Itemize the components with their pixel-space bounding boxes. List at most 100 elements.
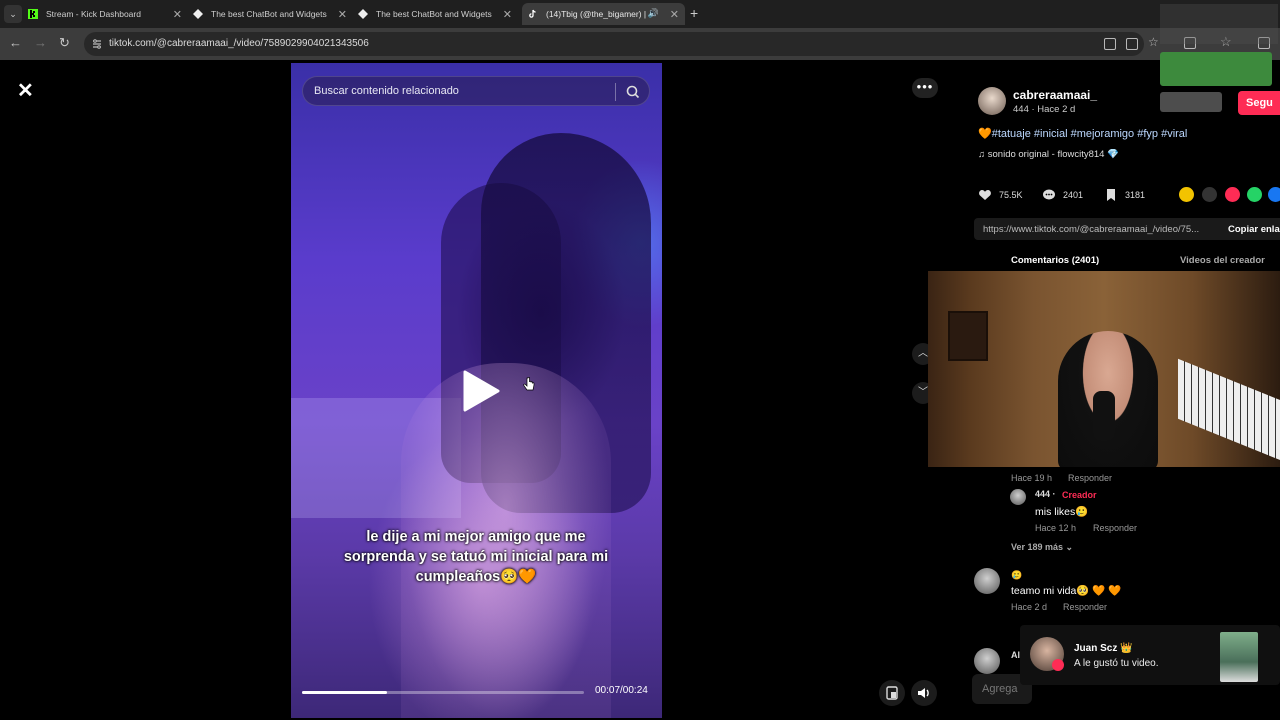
diamond-icon	[358, 9, 368, 19]
embed-icon[interactable]	[1202, 187, 1217, 202]
search-icon[interactable]	[625, 84, 641, 100]
close-tab-icon[interactable]: ✕	[173, 8, 182, 21]
volume-icon	[918, 688, 929, 698]
close-tab-icon[interactable]: ✕	[338, 8, 347, 21]
comment-author[interactable]: Al	[1011, 650, 1020, 660]
reply-button[interactable]: Responder	[1093, 523, 1137, 533]
address-bar[interactable]: tiktok.com/@cabreraamaai_/video/75890299…	[84, 32, 1159, 56]
post-sound[interactable]: ♫ sonido original - flowcity814 💎	[978, 149, 1119, 160]
avatar[interactable]	[974, 648, 1000, 674]
close-video-button[interactable]: ✕	[17, 78, 34, 103]
tab-chatbot-2[interactable]: The best ChatBot and Widgets ✕	[358, 3, 518, 25]
tiktok-video-page: ✕ Buscar contenido relacionado le dije a…	[0, 60, 1280, 720]
hand-cursor-icon	[523, 377, 535, 391]
notification-thumbnail	[1220, 632, 1258, 682]
avatar[interactable]	[974, 568, 1000, 594]
picture-in-picture-button[interactable]	[879, 680, 905, 706]
back-icon[interactable]: ←	[9, 35, 22, 50]
post-username[interactable]: cabreraamaai_	[1013, 88, 1097, 102]
tab-comments[interactable]: Comentarios (2401)	[1011, 255, 1099, 266]
whatsapp-icon[interactable]	[1247, 187, 1262, 202]
creator-tag: Creador	[1062, 490, 1097, 500]
comment-author[interactable]: 🥲	[1011, 570, 1022, 581]
reply-button[interactable]: Responder	[1063, 602, 1107, 612]
close-tab-icon[interactable]: ✕	[503, 8, 512, 21]
save-stat[interactable]: 3181	[1104, 188, 1145, 202]
avatar[interactable]	[978, 87, 1006, 115]
music-note-icon: ♫	[978, 149, 988, 160]
comment-author[interactable]: 444 ·	[1035, 489, 1056, 499]
progress-fill	[302, 691, 387, 694]
video-player[interactable]: Buscar contenido relacionado le dije a m…	[291, 63, 662, 718]
like-stat[interactable]: 75.5K	[978, 188, 1023, 202]
comment-stat[interactable]: 2401	[1042, 188, 1083, 202]
tab-search-button[interactable]: ⌄	[4, 5, 22, 23]
hashtags-text[interactable]: #tatuaje #inicial #mejoramigo #fyp #vira…	[992, 128, 1188, 140]
related-search-box[interactable]: Buscar contenido relacionado	[302, 76, 650, 106]
share-link-text[interactable]: https://www.tiktok.com/@cabreraamaai_/vi…	[983, 224, 1223, 235]
url-text[interactable]: tiktok.com/@cabreraamaai_/video/75890299…	[109, 38, 369, 49]
comment-count: 2401	[1063, 190, 1084, 200]
comment-placeholder[interactable]: Agrega	[982, 683, 1017, 695]
stream-chat-overlay	[1160, 4, 1278, 44]
tab-label: The best ChatBot and Widgets	[376, 9, 492, 19]
play-icon[interactable]	[461, 369, 501, 413]
save-count: 3181	[1125, 190, 1146, 200]
post-hashtags[interactable]: 🧡#tatuaje #inicial #mejoramigo #fyp #vir…	[978, 127, 1187, 140]
webcam-microphone	[1093, 391, 1115, 441]
view-more-label[interactable]: Ver 189 más	[1011, 542, 1063, 552]
tiktok-icon	[529, 9, 536, 18]
follow-button[interactable]: Segu	[1238, 91, 1280, 115]
share-link-box[interactable]: https://www.tiktok.com/@cabreraamaai_/vi…	[974, 218, 1280, 240]
tab-chatbot-1[interactable]: The best ChatBot and Widgets ✕	[193, 3, 353, 25]
tab-bar: ⌄ Stream - Kick Dashboard ✕ The best Cha…	[0, 0, 1280, 28]
tab-label: The best ChatBot and Widgets	[211, 9, 327, 19]
speaker-icon[interactable]: 🔊	[648, 8, 659, 19]
bookmark-icon[interactable]	[1104, 188, 1118, 202]
heart-icon[interactable]	[978, 188, 992, 202]
share-coin-icon[interactable]	[1179, 187, 1194, 202]
volume-button[interactable]	[911, 680, 937, 706]
site-info-icon[interactable]	[91, 38, 103, 50]
stream-chat-overlay	[1160, 92, 1222, 112]
tab-tiktok[interactable]: (14)Tbig (@the_bigamer) | 🔊 ✕	[522, 3, 685, 25]
search-divider	[615, 83, 616, 101]
comment-time: Hace 2 d	[1011, 602, 1048, 612]
tab-kick-dashboard[interactable]: Stream - Kick Dashboard ✕	[28, 3, 188, 25]
progress-bar[interactable]	[302, 691, 584, 694]
more-options-button[interactable]: •••	[912, 78, 938, 98]
send-icon[interactable]	[1225, 187, 1240, 202]
like-count: 75.5K	[999, 190, 1023, 200]
notification-message: A le gustó tu video.	[1074, 658, 1159, 669]
kick-icon	[28, 9, 38, 19]
like-notification[interactable]: Juan Scz 👑 A le gustó tu video.	[1020, 625, 1280, 685]
video-caption: le dije a mi mejor amigo que me sorprend…	[343, 529, 609, 585]
comment-time: Hace 19 h	[1011, 473, 1053, 483]
new-tab-button[interactable]: +	[690, 5, 698, 21]
bookmark-star-icon[interactable]: ☆	[1148, 35, 1159, 49]
tab-creator-videos[interactable]: Videos del creador	[1180, 255, 1265, 266]
gem-icon: 💎	[1104, 149, 1119, 160]
comment-text: teamo mi vida🥺 🧡 🧡	[1011, 585, 1122, 597]
facebook-icon[interactable]	[1268, 187, 1280, 202]
browser-toolbar: ← → ↻ tiktok.com/@cabreraamaai_/video/75…	[0, 28, 1280, 60]
reload-icon[interactable]: ↻	[59, 35, 70, 51]
install-app-icon[interactable]	[1104, 38, 1116, 50]
diamond-icon	[193, 9, 203, 19]
webcam-overlay	[928, 271, 1280, 467]
avatar[interactable]	[1010, 489, 1026, 505]
copy-link-button[interactable]: Copiar enla	[1228, 224, 1280, 235]
sound-text[interactable]: sonido original - flowcity814	[988, 149, 1105, 160]
forward-icon[interactable]: →	[34, 35, 47, 50]
translate-icon[interactable]	[1126, 38, 1138, 50]
video-time: 00:07/00:24	[595, 685, 648, 696]
close-tab-icon[interactable]: ✕	[670, 8, 679, 21]
comment-icon[interactable]	[1042, 188, 1056, 202]
comment-time: Hace 12 h	[1035, 523, 1077, 533]
tab-label: (14)Tbig (@the_bigamer) |	[546, 9, 647, 19]
view-more-replies[interactable]: Ver 189 más ⌄	[1011, 542, 1073, 553]
orange-heart-icon: 🧡	[978, 128, 992, 140]
webcam-piano	[1178, 358, 1280, 464]
search-input[interactable]: Buscar contenido relacionado	[314, 85, 459, 97]
reply-button[interactable]: Responder	[1068, 473, 1112, 483]
